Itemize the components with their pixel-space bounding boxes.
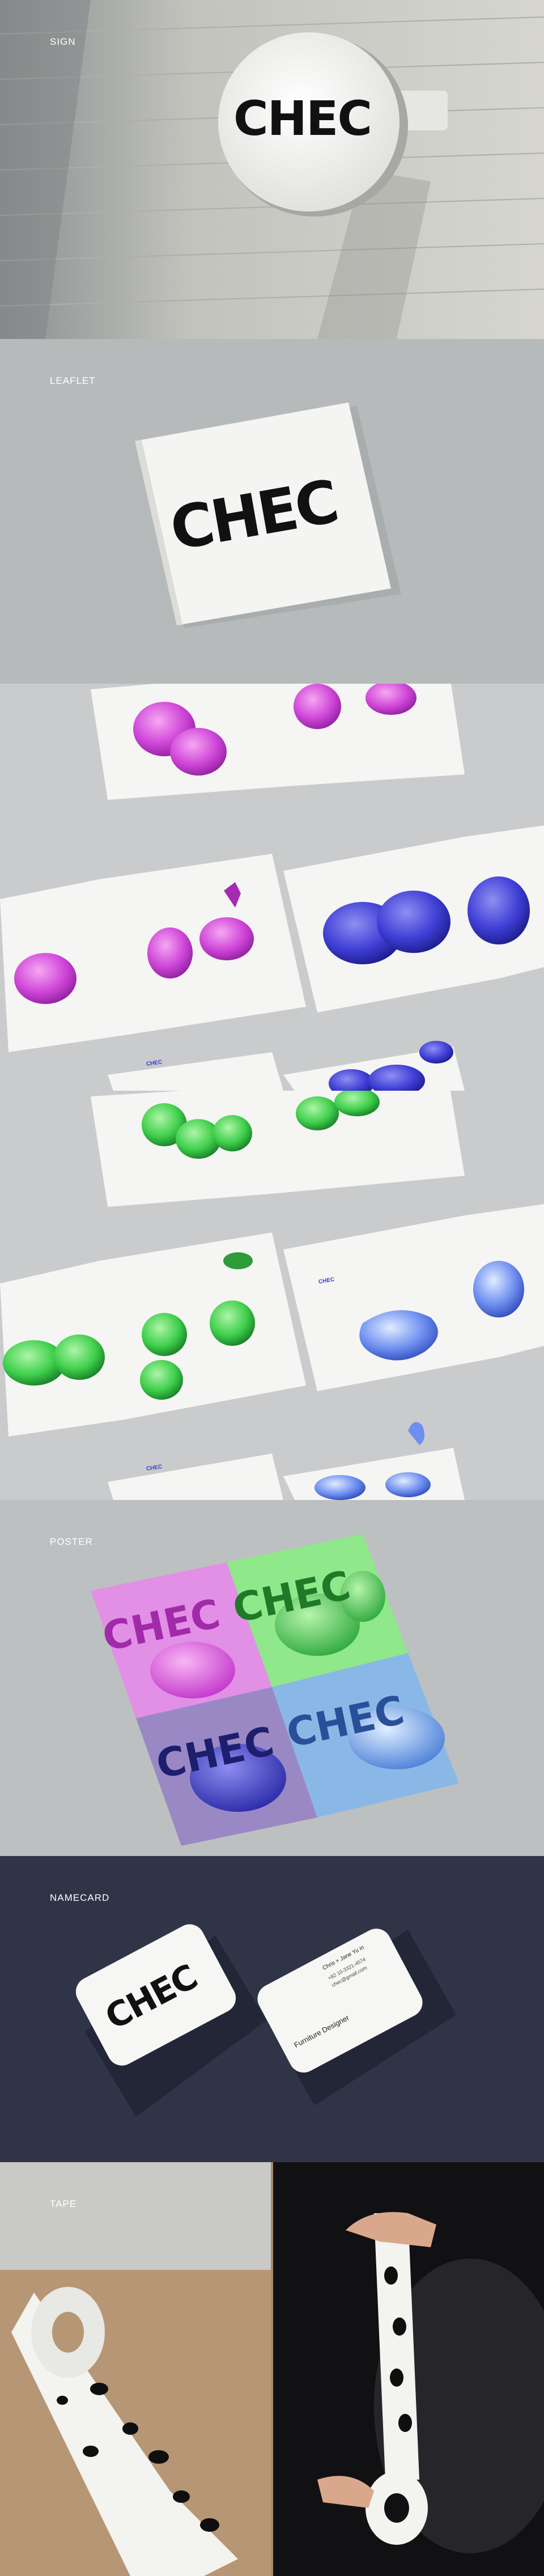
sign-section: SIGN CHEC (0, 0, 544, 339)
tape-section: TAPE (0, 2162, 544, 2576)
poster-section: POSTER CHEC CHEC CHEC CHEC (0, 1500, 544, 1856)
poster-label: POSTER (50, 1536, 93, 1547)
namecard-section: NAMECARD CHEC Chris × Jane Yu in +82 10-… (0, 1856, 544, 2162)
namecard-logo: CHEC (99, 1957, 203, 2038)
sign-photo (0, 0, 544, 339)
sign-logo: CHEC (233, 91, 372, 146)
poster-photo (91, 1534, 459, 1846)
green-spreads-photo (0, 1091, 544, 1500)
tape-photos (0, 2162, 544, 2576)
spreads-pink-section: CHEC (0, 684, 544, 1091)
tape-label: TAPE (50, 2198, 77, 2209)
namecard-role: Furniture Designer (292, 2013, 351, 2050)
spreads-green-section: CHEC CHEC (0, 1091, 544, 1500)
namecard-label: NAMECARD (50, 1892, 110, 1903)
sign-label: SIGN (50, 36, 76, 47)
leaflet-label: LEAFLET (50, 375, 96, 386)
pink-spreads-photo (0, 684, 544, 1091)
leaflet-section: LEAFLET CHEC (0, 339, 544, 684)
